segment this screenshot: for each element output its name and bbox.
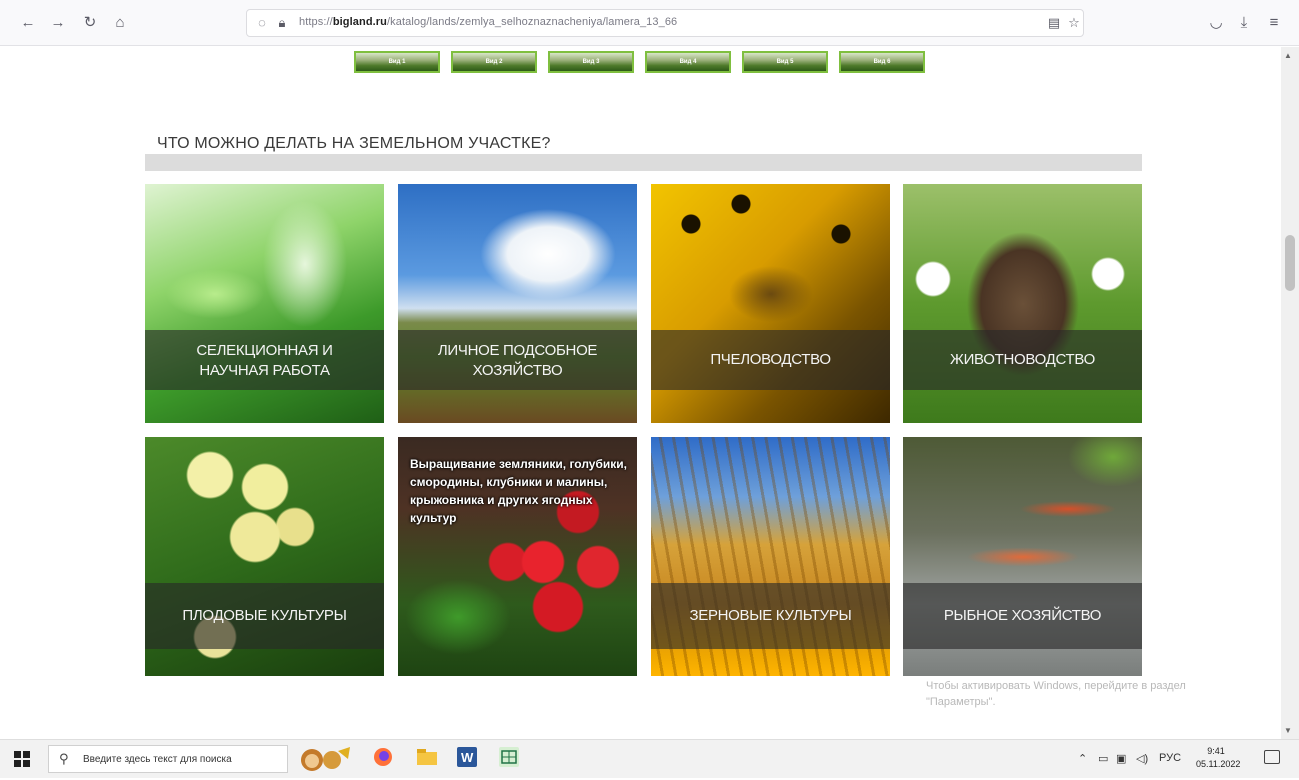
url-domain: bigland.ru xyxy=(332,16,387,28)
volume-icon[interactable]: ◁) xyxy=(1136,752,1148,765)
tile-caption: СЕЛЕКЦИОННАЯ И НАУЧНАЯ РАБОТА xyxy=(196,342,333,379)
gallery-thumb[interactable]: Вид 3 xyxy=(548,51,634,73)
tile-description: Выращивание земляники, голубики, смороди… xyxy=(410,457,627,525)
gallery-thumb[interactable]: Вид 2 xyxy=(451,51,537,73)
scrollbar-thumb[interactable] xyxy=(1285,235,1295,291)
page-scrollbar[interactable]: ▲ ▼ xyxy=(1281,47,1299,739)
windows-start-icon[interactable] xyxy=(14,751,30,767)
shield-icon[interactable]: ◌ xyxy=(253,14,271,32)
tile-beekeeping[interactable]: ПЧЕЛОВОДСТВО xyxy=(651,184,890,423)
language-indicator[interactable]: РУС xyxy=(1159,752,1181,764)
watermark-line: "Параметры". xyxy=(926,696,996,708)
windows-taskbar: ⚲ Введите здесь текст для поиска W ⌃ ▭ ▣… xyxy=(0,739,1299,778)
tile-grain-crops[interactable]: ЗЕРНОВЫЕ КУЛЬТУРЫ xyxy=(651,437,890,676)
taskbar-search-box[interactable]: ⚲ Введите здесь текст для поиска xyxy=(48,745,288,773)
menu-icon[interactable]: ≡ xyxy=(1264,13,1284,33)
tile-fruit-crops[interactable]: ПЛОДОВЫЕ КУЛЬТУРЫ xyxy=(145,437,384,676)
tile-caption: ЖИВОТНОВОДСТВО xyxy=(950,351,1095,368)
thumb-label: Вид 6 xyxy=(873,59,891,65)
scroll-down-icon[interactable]: ▼ xyxy=(1284,726,1292,735)
thumb-label: Вид 4 xyxy=(679,59,697,65)
gallery-thumb[interactable]: Вид 5 xyxy=(742,51,828,73)
file-explorer-icon[interactable] xyxy=(414,747,440,773)
url-text[interactable]: https://bigland.ru/katalog/lands/zemlya_… xyxy=(299,16,677,28)
svg-text:W: W xyxy=(461,750,474,765)
tile-berry-crops[interactable]: Выращивание земляники, голубики, смороди… xyxy=(398,437,637,676)
firefox-icon[interactable] xyxy=(370,747,396,773)
clock-time: 9:41 xyxy=(1207,746,1225,756)
section-heading: ЧТО МОЖНО ДЕЛАТЬ НА ЗЕМЕЛЬНОМ УЧАСТКЕ? xyxy=(157,135,551,152)
excel-icon[interactable] xyxy=(496,747,522,773)
reader-view-icon[interactable]: ▤ xyxy=(1045,14,1063,32)
notification-center-icon[interactable] xyxy=(1264,750,1280,764)
search-highlight-icon[interactable] xyxy=(292,745,356,775)
network-icon[interactable]: ▣ xyxy=(1116,752,1126,765)
clock-date: 05.11.2022 xyxy=(1196,759,1241,769)
gallery-thumb[interactable]: Вид 1 xyxy=(354,51,440,73)
home-icon[interactable]: ⌂ xyxy=(110,13,130,33)
windows-activation-watermark: Чтобы активировать Windows, перейдите в … xyxy=(926,678,1256,710)
browser-toolbar: ← → ↻ ⌂ ◌ 🔒︎ https://bigland.ru/katalog/… xyxy=(0,0,1299,46)
tile-fish-farming[interactable]: РЫБНОЕ ХОЗЯЙСТВО xyxy=(903,437,1142,676)
pocket-icon[interactable]: ◡ xyxy=(1206,13,1226,33)
thumb-label: Вид 2 xyxy=(485,59,503,65)
gallery-thumb[interactable]: Вид 6 xyxy=(839,51,925,73)
thumb-label: Вид 1 xyxy=(388,59,406,65)
thumb-label: Вид 5 xyxy=(776,59,794,65)
tile-caption: РЫБНОЕ ХОЗЯЙСТВО xyxy=(943,607,1102,624)
url-path: /katalog/lands/zemlya_selhoznaznacheniya… xyxy=(387,16,678,28)
watermark-line: Чтобы активировать Windows, перейдите в … xyxy=(926,680,1186,692)
tile-caption: ЗЕРНОВЫЕ КУЛЬТУРЫ xyxy=(689,607,852,624)
bookmark-star-icon[interactable]: ☆ xyxy=(1065,14,1083,32)
forward-icon[interactable]: → xyxy=(48,13,68,33)
reload-icon[interactable]: ↻ xyxy=(80,13,100,33)
scroll-up-icon[interactable]: ▲ xyxy=(1284,51,1292,60)
thumb-label: Вид 3 xyxy=(582,59,600,65)
tile-personal-farm[interactable]: ЛИЧНОЕ ПОДСОБНОЕ ХОЗЯЙСТВО xyxy=(398,184,637,423)
tile-caption: ЛИЧНОЕ ПОДСОБНОЕ ХОЗЯЙСТВО xyxy=(437,342,598,379)
web-page: Вид 1 Вид 2 Вид 3 Вид 4 Вид 5 Вид 6 ЧТО … xyxy=(0,47,1281,739)
tile-caption: ПЧЕЛОВОДСТВО xyxy=(710,351,831,368)
search-icon: ⚲ xyxy=(59,751,69,766)
tile-breeding-research[interactable]: СЕЛЕКЦИОННАЯ И НАУЧНАЯ РАБОТА xyxy=(145,184,384,423)
word-icon[interactable]: W xyxy=(454,747,480,773)
tile-caption: ПЛОДОВЫЕ КУЛЬТУРЫ xyxy=(182,607,347,624)
address-bar[interactable]: ◌ 🔒︎ https://bigland.ru/katalog/lands/ze… xyxy=(246,9,1084,37)
gallery-thumb[interactable]: Вид 4 xyxy=(645,51,731,73)
back-icon[interactable]: ← xyxy=(18,13,38,33)
lock-icon[interactable]: 🔒︎ xyxy=(273,14,291,32)
tile-livestock[interactable]: ЖИВОТНОВОДСТВО xyxy=(903,184,1142,423)
search-placeholder: Введите здесь текст для поиска xyxy=(83,754,232,765)
heading-underline-bar xyxy=(145,154,1142,171)
battery-icon[interactable]: ▭ xyxy=(1098,752,1108,765)
tray-chevron-up-icon[interactable]: ⌃ xyxy=(1078,752,1087,765)
taskbar-clock[interactable]: 9:41 05.11.2022 xyxy=(1196,745,1241,771)
downloads-icon[interactable]: ⤓ xyxy=(1234,13,1254,33)
